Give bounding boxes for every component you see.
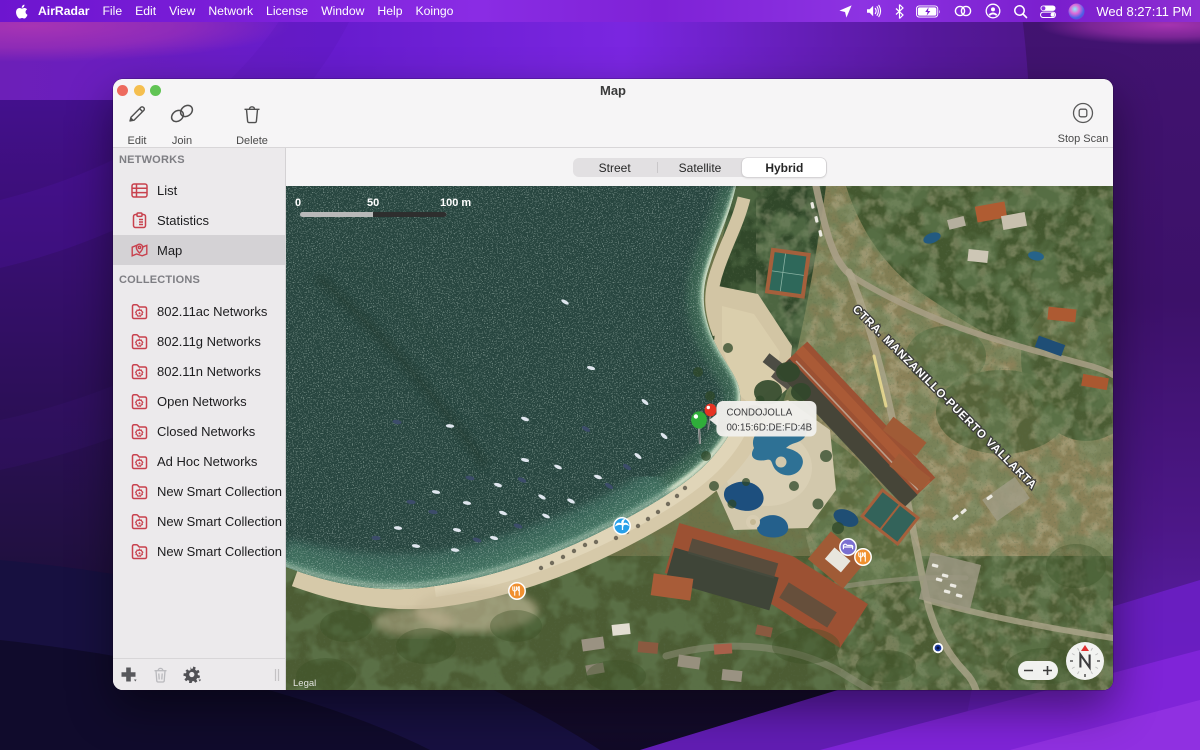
svg-text:CONDOJOLLA: CONDOJOLLA: [727, 408, 793, 419]
svg-text:100 m: 100 m: [440, 197, 471, 209]
svg-text:00:15:6D:DE:FD:4B: 00:15:6D:DE:FD:4B: [727, 423, 813, 434]
svg-text:50: 50: [367, 197, 379, 209]
svg-text:Legal: Legal: [293, 678, 316, 689]
svg-text:0: 0: [295, 197, 301, 209]
